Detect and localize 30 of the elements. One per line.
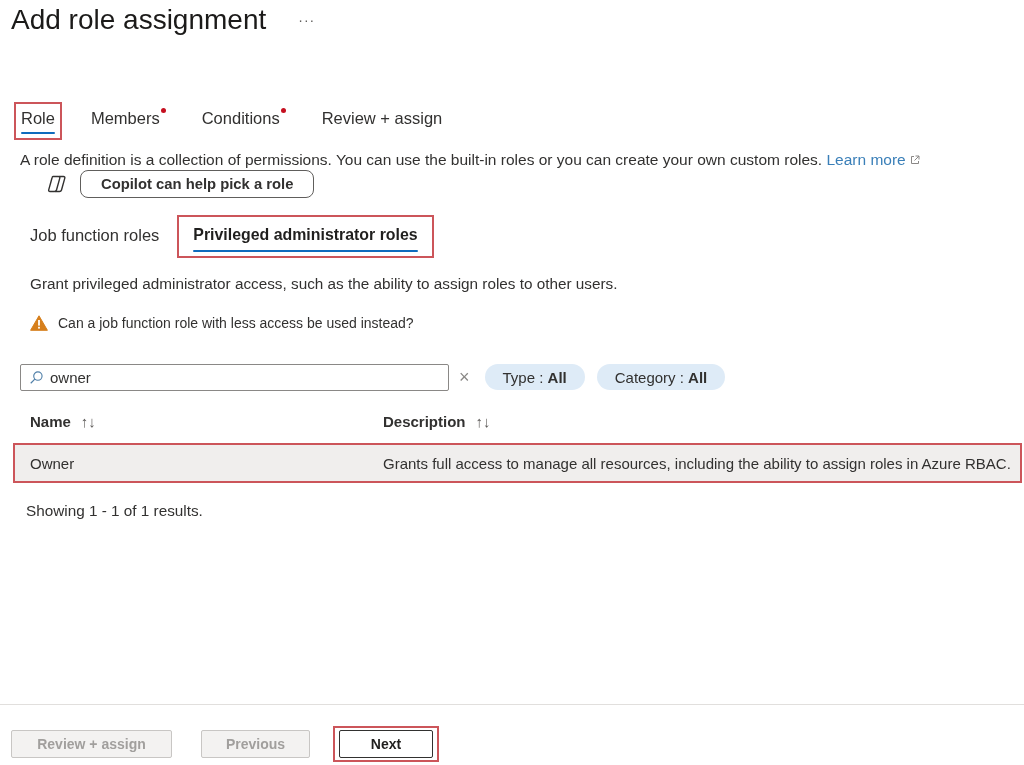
tab[interactable]: Conditions xyxy=(194,102,293,140)
filter-pill[interactable]: Category : All xyxy=(596,364,726,390)
tab-description: Grant privileged administrator access, such as the ability to assign roles to other users. xyxy=(30,275,619,293)
interlocked-shapes-icon xyxy=(47,175,67,193)
tab[interactable]: Members xyxy=(83,102,173,140)
result-count: Showing 1 - 1 of 1 results. xyxy=(26,502,204,520)
filter-pill[interactable]: Type : All xyxy=(484,364,585,390)
column-header[interactable]: Name xyxy=(30,412,71,430)
external-link-icon xyxy=(909,155,920,165)
footer-button[interactable]: Next xyxy=(339,730,433,758)
intro-text: A role definition is a collection of permissions. You can use the built-in roles or you can create your own custom roles. Learn more xyxy=(20,151,1024,169)
page-title: Add role assignment xyxy=(11,3,267,37)
table-row[interactable]: Owner Grants full access to manage all resources, including the ability to assign roles in Azure RBAC. xyxy=(13,443,1022,483)
sort-toggle[interactable]: ↑↓ xyxy=(80,412,96,430)
tab[interactable]: Review + assign xyxy=(314,102,450,140)
learn-more-link[interactable]: Learn more xyxy=(826,151,920,168)
search-field[interactable]: owner xyxy=(20,363,449,391)
column-header[interactable]: Description xyxy=(383,412,466,430)
warning-text: Can a job function role with less access be used instead? xyxy=(58,315,414,331)
more-button[interactable]: ··· xyxy=(296,12,318,28)
tab[interactable]: Role xyxy=(14,102,62,140)
warning-icon xyxy=(30,315,48,331)
table-cell: Grants full access to manage all resources, including the ability to assign roles in Azure RBAC. xyxy=(383,454,1011,472)
clear-search-button[interactable]: × xyxy=(455,368,474,386)
copilot-button[interactable]: Copilot can help pick a role xyxy=(80,170,315,198)
role-type-tab[interactable]: Job function roles xyxy=(14,215,176,258)
sort-toggle[interactable]: ↑↓ xyxy=(475,412,491,430)
table-cell-text: Owner xyxy=(29,454,76,472)
role-type-tab[interactable]: Privileged administrator roles xyxy=(177,215,434,258)
search-icon xyxy=(30,370,43,384)
